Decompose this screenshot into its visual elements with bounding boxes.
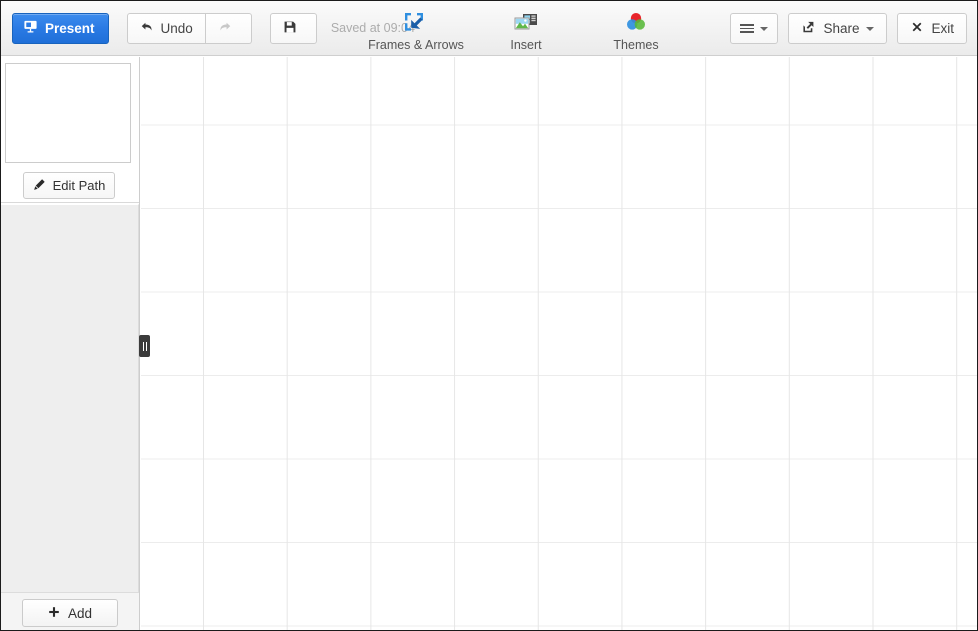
path-steps-list[interactable] [1, 204, 139, 630]
chevron-down-icon [760, 26, 769, 31]
thumbnail-panel: Edit Path [1, 57, 139, 203]
toolbar-left-group: Present Undo Saved at 09:04 [1, 12, 415, 44]
pencil-icon [33, 178, 46, 194]
left-sidebar: Edit Path Add [1, 57, 140, 630]
share-button[interactable]: Share [788, 13, 888, 44]
presentation-screen-icon [23, 19, 38, 37]
themes-color-circles-icon [623, 9, 649, 35]
insert-button[interactable]: Insert [471, 6, 581, 52]
floppy-disk-icon [283, 20, 297, 37]
share-button-label: Share [823, 21, 860, 36]
themes-label: Themes [613, 37, 659, 52]
edit-path-label: Edit Path [52, 178, 106, 193]
redo-button[interactable] [205, 12, 252, 44]
redo-arrow-icon [218, 20, 232, 37]
insert-image-icon [513, 9, 539, 35]
hamburger-menu-icon [740, 24, 755, 33]
path-thumbnail[interactable] [5, 63, 131, 163]
present-button-label: Present [45, 20, 95, 36]
frames-and-arrows-button[interactable]: Frames & Arrows [361, 6, 471, 52]
close-x-icon [910, 20, 924, 37]
save-group [269, 12, 317, 44]
edit-path-button[interactable]: Edit Path [23, 172, 115, 199]
menu-button[interactable] [730, 13, 779, 44]
themes-button[interactable]: Themes [581, 6, 691, 52]
frames-and-arrows-label: Frames & Arrows [368, 37, 464, 52]
editor-canvas[interactable] [141, 57, 977, 630]
sidebar-collapse-handle[interactable] [139, 335, 150, 357]
toolbar-right-group: Share Exit [730, 1, 967, 56]
chevron-down-icon [866, 26, 875, 31]
insert-label: Insert [510, 37, 542, 52]
grip-line [142, 341, 144, 351]
save-button[interactable] [269, 12, 317, 44]
plus-icon [48, 606, 60, 621]
toolbar-center-group: Frames & Arrows Insert Themes [361, 1, 691, 56]
undo-redo-group: Undo [126, 12, 252, 44]
undo-arrow-icon [140, 20, 154, 37]
frames-and-arrows-icon [403, 9, 429, 35]
grip-line [145, 341, 147, 351]
undo-button-label: Undo [160, 20, 193, 36]
add-button[interactable]: Add [22, 599, 118, 627]
main-toolbar: Present Undo Saved at 09:04 Frames & Arr… [1, 1, 977, 56]
add-button-label: Add [67, 605, 93, 621]
present-button[interactable]: Present [12, 12, 109, 44]
exit-button-label: Exit [931, 21, 954, 36]
add-bar: Add [1, 592, 139, 630]
exit-button[interactable]: Exit [897, 13, 967, 44]
prezi-editor-window: Present Undo Saved at 09:04 Frames & Arr… [0, 0, 978, 631]
undo-button[interactable]: Undo [126, 12, 206, 44]
share-arrow-icon [801, 20, 816, 37]
